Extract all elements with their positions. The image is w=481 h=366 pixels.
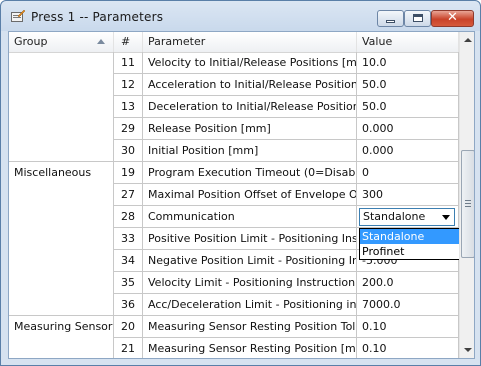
number-cell: 12 [114, 74, 143, 96]
parameter-cell: Deceleration to Initial/Release Position… [143, 96, 357, 118]
parameter-cell: Measuring Sensor Resting Position [mm] [143, 338, 357, 358]
value-cell[interactable]: 0 [357, 162, 459, 184]
group-cell [9, 74, 114, 96]
number-cell: 20 [114, 316, 143, 338]
number-cell: 35 [114, 272, 143, 294]
maximize-button[interactable] [404, 10, 431, 27]
number-cell: 29 [114, 118, 143, 140]
number-cell: 19 [114, 162, 143, 184]
column-header-num-label: # [121, 35, 131, 48]
table-row[interactable]: 28 Communication Standalone [9, 206, 459, 228]
option-profinet[interactable]: Profinet [360, 244, 474, 259]
value-cell[interactable]: 50.0 [357, 96, 459, 118]
group-cell [9, 294, 114, 316]
number-cell: 28 [114, 206, 143, 228]
minimize-icon [386, 20, 395, 23]
number-cell: 30 [114, 140, 143, 162]
group-cell [9, 338, 114, 358]
maximize-icon [413, 14, 423, 22]
parameters-window: Press 1 -- Parameters ✕ Group # Paramete… [0, 0, 481, 366]
group-cell [9, 272, 114, 294]
parameter-cell: Release Position [mm] [143, 118, 357, 140]
window-title: Press 1 -- Parameters [31, 10, 164, 24]
group-cell [9, 184, 114, 206]
value-cell[interactable]: 0.000 [357, 118, 459, 140]
parameter-cell: Negative Position Limit - Positioning In… [143, 250, 357, 272]
column-header-value-label: Value [362, 35, 393, 48]
parameter-cell: Acc/Deceleration Limit - Positioning ins… [143, 294, 357, 316]
table-row[interactable]: 29 Release Position [mm] 0.000 [9, 118, 459, 140]
group-cell: Miscellaneous [9, 162, 114, 184]
table-row[interactable]: 36 Acc/Deceleration Limit - Positioning i… [9, 294, 459, 316]
group-cell [9, 228, 114, 250]
value-cell[interactable]: 300 [357, 184, 459, 206]
number-cell: 33 [114, 228, 143, 250]
number-cell: 11 [114, 52, 143, 74]
communication-select[interactable]: Standalone [359, 208, 455, 226]
group-cell [9, 96, 114, 118]
column-header-group[interactable]: Group [9, 32, 114, 52]
group-cell [9, 52, 114, 74]
grid-header: Group # Parameter Value [9, 32, 459, 53]
number-cell: 36 [114, 294, 143, 316]
value-cell[interactable]: 0.10 [357, 338, 459, 358]
vertical-scrollbar[interactable] [459, 32, 474, 358]
group-cell [9, 118, 114, 140]
value-cell[interactable]: 7000.0 [357, 294, 459, 316]
table-row[interactable]: Miscellaneous 19 Program Execution Timeout… [9, 162, 459, 184]
scroll-up-button[interactable] [460, 32, 474, 49]
number-cell: 27 [114, 184, 143, 206]
column-header-parameter-label: Parameter [148, 35, 206, 48]
parameter-cell: Program Execution Timeout (0=Disabled) [… [143, 162, 357, 184]
parameter-cell: Initial Position [mm] [143, 140, 357, 162]
column-header-group-label: Group [14, 35, 48, 48]
parameter-cell: Maximal Position Offset of Envelope Obje… [143, 184, 357, 206]
title-bar[interactable]: Press 1 -- Parameters ✕ [1, 1, 480, 31]
parameters-grid: Group # Parameter Value 11 Velocity to In… [8, 31, 475, 359]
communication-selected-value: Standalone [363, 210, 426, 223]
parameter-cell: Communication [143, 206, 357, 228]
parameter-cell: Velocity to Initial/Release Positions [m… [143, 52, 357, 74]
table-row[interactable]: 12 Acceleration to Initial/Release Positi… [9, 74, 459, 96]
chevron-down-icon [442, 215, 450, 220]
table-row[interactable]: 30 Initial Position [mm] 0.000 [9, 140, 459, 162]
scroll-thumb[interactable] [461, 150, 474, 258]
dropdown-button[interactable] [437, 209, 454, 225]
table-row[interactable]: 35 Velocity Limit - Positioning Instructi… [9, 272, 459, 294]
number-cell: 21 [114, 338, 143, 358]
value-cell[interactable]: 0.10 [357, 316, 459, 338]
minimize-button[interactable] [377, 10, 404, 27]
close-icon: ✕ [447, 10, 458, 25]
table-row[interactable]: Measuring Sensor 20 Measuring Sensor Resti… [9, 316, 459, 338]
parameters-icon [11, 10, 25, 22]
parameter-cell: Measuring Sensor Resting Position Tolera… [143, 316, 357, 338]
group-cell [9, 250, 114, 272]
option-standalone[interactable]: Standalone [360, 229, 474, 244]
value-cell[interactable]: 50.0 [357, 74, 459, 96]
column-header-parameter[interactable]: Parameter [143, 32, 357, 52]
arrow-up-icon [464, 38, 472, 42]
group-cell [9, 206, 114, 228]
table-row[interactable]: 11 Velocity to Initial/Release Positions … [9, 52, 459, 74]
column-header-num[interactable]: # [114, 32, 143, 52]
arrow-down-icon [464, 348, 472, 352]
number-cell: 34 [114, 250, 143, 272]
sort-ascending-icon [97, 39, 105, 44]
close-button[interactable]: ✕ [431, 10, 474, 27]
communication-dropdown-list[interactable]: Standalone Profinet [359, 228, 474, 260]
group-cell: Measuring Sensor [9, 316, 114, 338]
parameter-cell: Positive Position Limit - Positioning In… [143, 228, 357, 250]
number-cell: 13 [114, 96, 143, 118]
value-cell[interactable]: 10.0 [357, 52, 459, 74]
table-row[interactable]: 21 Measuring Sensor Resting Position [mm]… [9, 338, 459, 358]
table-row[interactable]: 13 Deceleration to Initial/Release Positi… [9, 96, 459, 118]
parameter-cell: Acceleration to Initial/Release Position… [143, 74, 357, 96]
column-header-value[interactable]: Value [357, 32, 459, 52]
parameter-cell: Velocity Limit - Positioning Instruction… [143, 272, 357, 294]
value-cell[interactable]: 200.0 [357, 272, 459, 294]
table-row[interactable]: 27Maximal Position Offset of Envelope Ob… [9, 184, 459, 206]
group-cell [9, 140, 114, 162]
scroll-down-button[interactable] [460, 341, 474, 358]
value-cell[interactable]: 0.000 [357, 140, 459, 162]
